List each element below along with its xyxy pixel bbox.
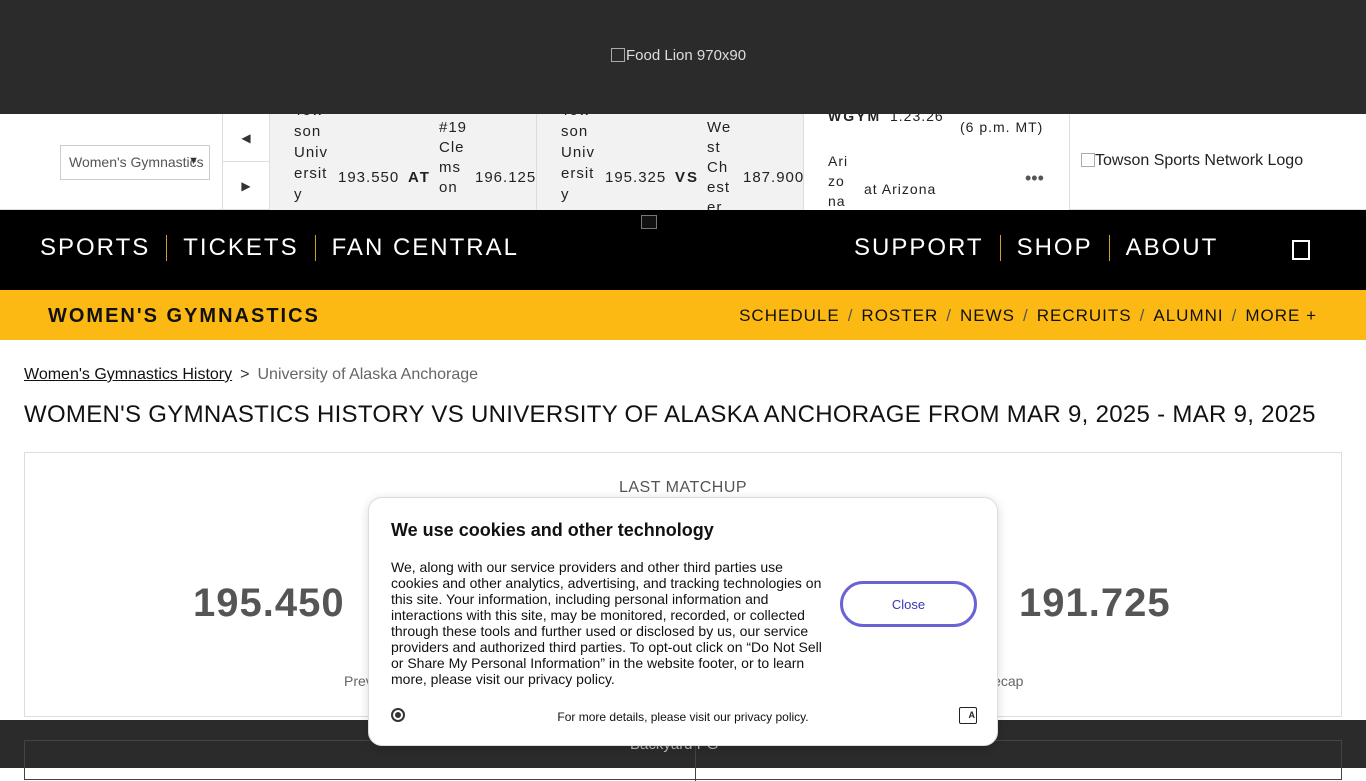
- main-nav: SPORTS TICKETS FAN CENTRAL SUPPORT SHOP …: [0, 210, 1366, 290]
- subnav-recruits[interactable]: RECRUITS: [1037, 306, 1132, 326]
- game-time: (6 p.m. MT): [960, 119, 1044, 135]
- subnav-schedule[interactable]: SCHEDULE: [739, 306, 840, 326]
- opponent-name: West Chester: [707, 119, 732, 210]
- main-nav-right: SUPPORT SHOP ABOUT: [854, 235, 1234, 261]
- separator: /: [1139, 306, 1146, 325]
- game-connector: VS: [675, 169, 700, 186]
- opponent-score: 187.900: [743, 169, 804, 186]
- cookie-title: We use cookies and other technology: [391, 520, 714, 540]
- breadcrumb-separator: >: [240, 366, 250, 383]
- ad-image[interactable]: Food Lion 970x90: [611, 47, 746, 64]
- cookie-consent-dialog: We use cookies and other technology We, …: [368, 497, 998, 746]
- network-logo[interactable]: Towson Sports Network Logo: [1081, 152, 1303, 170]
- opponent-score: 196.125: [475, 169, 537, 186]
- opponent-text: at Arizona: [864, 181, 937, 197]
- game-connector: AT: [408, 169, 431, 186]
- breadcrumb-current: University of Alaska Anchorage: [257, 366, 479, 383]
- subnav-news[interactable]: NEWS: [960, 306, 1015, 326]
- sport-label: WGYM: [828, 114, 882, 124]
- sport-subnav-links: SCHEDULE / ROSTER / NEWS / RECRUITS / ALUMNI…: [739, 306, 1317, 326]
- more-options-icon[interactable]: •••: [1025, 168, 1044, 189]
- cookie-body: We, along with our service providers and…: [391, 559, 822, 687]
- sport-subnav: WOMEN'S GYMNASTICS SCHEDULE / ROSTER / NEW…: [0, 290, 1366, 340]
- separator: /: [946, 306, 952, 325]
- nav-item-tickets[interactable]: TICKETS: [167, 235, 316, 261]
- scoreboard-game[interactable]: Towson University 195.325 VS West Cheste…: [537, 114, 804, 210]
- subnav-roster[interactable]: ROSTER: [861, 306, 938, 326]
- subnav-alumni[interactable]: ALUMNI: [1153, 306, 1223, 326]
- scoreboard-next-button[interactable]: ▶: [223, 162, 269, 210]
- search-icon[interactable]: [1292, 240, 1310, 260]
- nav-item-fan-central[interactable]: FAN CENTRAL: [316, 235, 535, 261]
- sport-select-value: Women's Gymnastics: [69, 154, 204, 170]
- subnav-more[interactable]: MORE +: [1245, 306, 1317, 326]
- scoreboard-bar: Women's Gymnastics ▼ ◀ ▶ Towson Universi…: [0, 114, 1366, 210]
- network-logo-alt: Towson Sports Network Logo: [1095, 152, 1304, 169]
- opponent-logo: Arizona: [828, 153, 849, 209]
- team-name: Towson University: [561, 114, 596, 203]
- nav-item-support[interactable]: SUPPORT: [854, 235, 1001, 261]
- top-ad-banner[interactable]: Food Lion 970x90: [0, 0, 1366, 114]
- privacy-policy-link[interactable]: For more details, please visit our priva…: [369, 710, 997, 724]
- nav-item-about[interactable]: ABOUT: [1110, 235, 1235, 261]
- team-score: 195.325: [605, 169, 667, 186]
- separator: /: [1231, 306, 1238, 325]
- nav-item-sports[interactable]: SPORTS: [40, 235, 168, 261]
- separator: /: [1023, 306, 1029, 325]
- main-nav-left: SPORTS TICKETS FAN CENTRAL: [40, 235, 535, 261]
- scoreboard-game[interactable]: Towson University 193.550 AT #19 Clemson…: [270, 114, 537, 210]
- close-button[interactable]: Close: [840, 581, 977, 627]
- site-logo[interactable]: [641, 215, 657, 229]
- ad-alt-text: Food Lion 970x90: [626, 47, 747, 64]
- chevron-down-icon: ▼: [188, 155, 199, 167]
- chevron-right-icon: ▶: [241, 178, 251, 193]
- breadcrumb-parent-link[interactable]: Women's Gymnastics History: [24, 366, 232, 383]
- sport-select[interactable]: Women's Gymnastics ▼: [60, 145, 210, 180]
- translate-icon[interactable]: A: [959, 707, 977, 724]
- chevron-left-icon: ◀: [241, 130, 251, 145]
- away-score: 191.725: [1019, 581, 1171, 625]
- broken-image-icon: [1081, 153, 1095, 167]
- home-score: 195.450: [193, 581, 345, 625]
- team-score: 193.550: [338, 169, 400, 186]
- broken-image-icon: [611, 48, 625, 62]
- nav-item-shop[interactable]: SHOP: [1001, 235, 1110, 261]
- opponent-name: #19 Clemson: [439, 119, 468, 196]
- page-title: WOMEN'S GYMNASTICS HISTORY VS UNIVERSITY…: [24, 401, 1316, 428]
- separator: /: [847, 306, 854, 325]
- sport-title[interactable]: WOMEN'S GYMNASTICS: [48, 305, 320, 328]
- game-date: 1.23.26: [890, 114, 944, 124]
- scoreboard-prev-button[interactable]: ◀: [223, 114, 269, 162]
- team-name: Towson University: [294, 114, 329, 203]
- scoreboard-upcoming-game[interactable]: WGYM 1.23.26 (6 p.m. MT) Arizona at Ariz…: [804, 114, 1070, 210]
- cookie-footer: For more details, please visit our priva…: [369, 698, 997, 734]
- breadcrumb: Women's Gymnastics History > University of…: [24, 366, 478, 384]
- matchup-label: LAST MATCHUP: [618, 479, 748, 496]
- scoreboard-arrows: ◀ ▶: [222, 114, 270, 210]
